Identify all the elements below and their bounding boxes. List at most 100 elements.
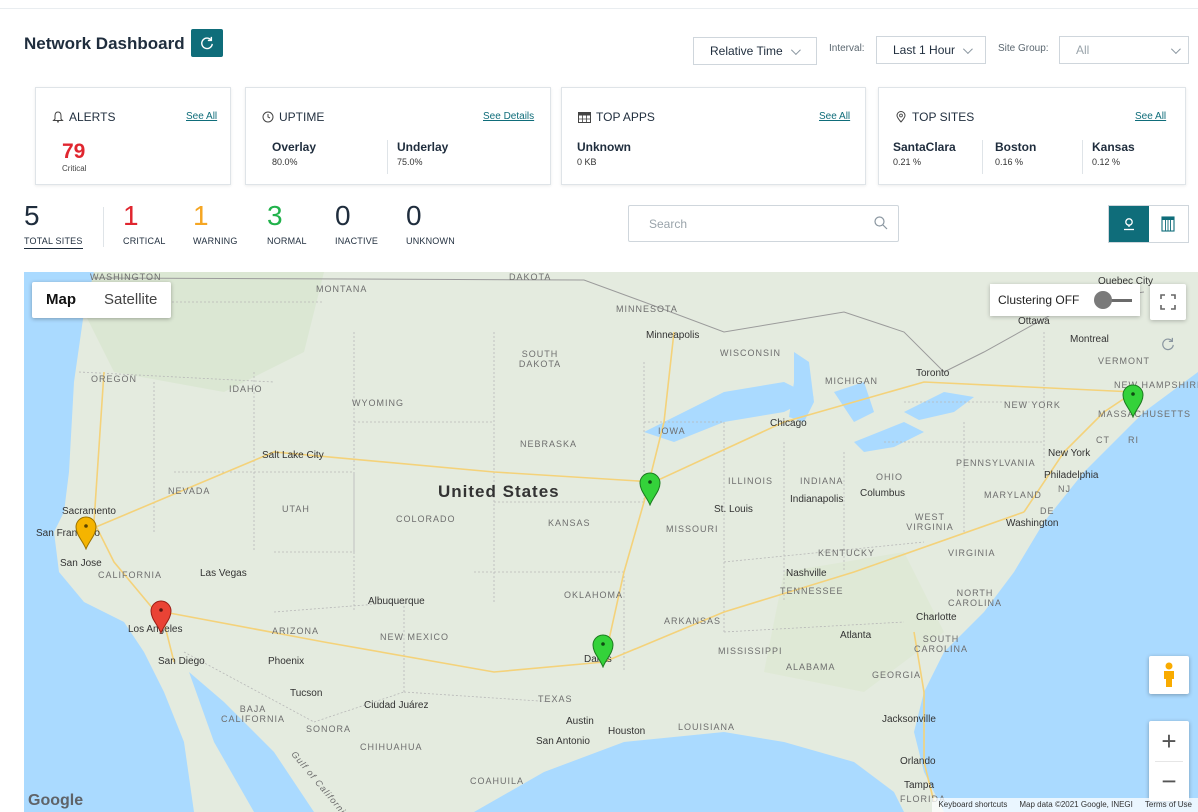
alerts-title: ALERTS — [69, 110, 116, 124]
interval-dropdown[interactable]: Last 1 Hour — [876, 36, 986, 64]
counter-total-sites[interactable]: 5 TOTAL SITES — [24, 202, 83, 249]
top-app-item: Unknown 0 KB — [577, 140, 631, 167]
map-city-label: Philadelphia — [1044, 470, 1099, 481]
counter-critical[interactable]: 1 CRITICAL — [123, 202, 166, 247]
divider — [387, 140, 388, 174]
map-city-label: Albuquerque — [368, 596, 425, 607]
zoom-in-button[interactable]: + — [1149, 721, 1189, 761]
map-state-label: RI — [1128, 435, 1139, 445]
counter-value: 0 — [406, 200, 422, 231]
map-view-button[interactable] — [1109, 206, 1149, 242]
google-logo: Google — [28, 792, 84, 809]
table-icon — [578, 111, 591, 123]
map-city-label: Phoenix — [268, 656, 305, 667]
table-view-button[interactable] — [1149, 206, 1189, 242]
map-refresh-button[interactable] — [1150, 326, 1186, 362]
map-state-label: NEBRASKA — [520, 439, 578, 449]
map-state-label: OHIO — [876, 472, 904, 482]
divider — [1082, 140, 1083, 174]
search-icon[interactable] — [874, 216, 888, 230]
relative-time-dropdown[interactable]: Relative Time — [693, 37, 817, 65]
map-city-label: Salt Lake City — [262, 450, 324, 461]
alerts-count-label: Critical — [62, 164, 87, 173]
top-sites-card-header: TOP SITES — [895, 110, 974, 124]
map-state-label: CHIHUAHUA — [360, 742, 423, 752]
search-input[interactable] — [649, 206, 869, 241]
alert-icon — [52, 111, 64, 123]
uptime-underlay: Underlay 75.0% — [397, 140, 448, 167]
alerts-see-all-link[interactable]: See All — [186, 111, 217, 122]
map-city-label: Ottawa — [1018, 316, 1050, 327]
metric-value: 0.21 % — [893, 157, 922, 167]
site-pin-normal[interactable] — [592, 634, 614, 668]
country-label: United States — [438, 482, 560, 501]
zoom-out-button[interactable]: − — [1149, 761, 1189, 801]
counter-label: CRITICAL — [123, 236, 166, 246]
map-state-label: WASHINGTON — [90, 272, 162, 282]
map-state-label: OREGON — [91, 374, 138, 384]
counter-unknown[interactable]: 0 UNKNOWN — [406, 200, 455, 247]
keyboard-shortcuts-link[interactable]: Keyboard shortcuts — [938, 800, 1007, 810]
map-city-label: San Jose — [60, 558, 102, 569]
fullscreen-button[interactable] — [1150, 284, 1186, 320]
map-type-map-button[interactable]: Map — [32, 282, 90, 318]
metric-value: 0 KB — [577, 157, 597, 167]
metric-value: 0.16 % — [995, 157, 1024, 167]
map-city-label: Tucson — [290, 688, 323, 699]
divider — [982, 140, 983, 174]
chevron-down-icon — [963, 43, 973, 54]
counter-normal[interactable]: 3 NORMAL — [267, 200, 307, 247]
alerts-count[interactable]: 79 — [62, 140, 85, 164]
uptime-card-header: UPTIME — [262, 110, 324, 124]
metric-value: 75.0% — [397, 157, 423, 167]
top-apps-title: TOP APPS — [596, 110, 655, 124]
site-pin-warning[interactable] — [75, 516, 97, 550]
refresh-button[interactable] — [191, 29, 223, 57]
top-site-item[interactable]: Kansas 0.12 % — [1092, 140, 1135, 167]
map-state-label: MASSACHUSETTS — [1098, 409, 1192, 419]
map-state-label: CALIFORNIA — [98, 570, 163, 580]
map-attribution: Keyboard shortcuts Map data ©2021 Google… — [932, 798, 1198, 812]
top-site-item[interactable]: Boston 0.16 % — [995, 140, 1036, 167]
map-state-label: OKLAHOMA — [564, 590, 624, 600]
map-state-label: COLORADO — [396, 514, 456, 524]
map-type-satellite-button[interactable]: Satellite — [90, 282, 171, 318]
counter-inactive[interactable]: 0 INACTIVE — [335, 202, 378, 247]
metric-value: 80.0% — [272, 157, 298, 167]
metric-name: Kansas — [1092, 140, 1135, 154]
map-state-label: NEW MEXICO — [380, 632, 450, 642]
map-state-label: ALABAMA — [786, 662, 836, 672]
map-state-label: MICHIGAN — [825, 376, 878, 386]
map-city-label: Toronto — [916, 368, 950, 379]
counter-value: 3 — [267, 200, 283, 231]
clustering-toggle[interactable]: Clustering OFF — [990, 284, 1140, 316]
site-pin-normal[interactable] — [639, 472, 661, 506]
top-sites-see-all-link[interactable]: See All — [1135, 111, 1166, 122]
site-group-dropdown[interactable]: All — [1059, 36, 1189, 64]
map-city-label: San Antonio — [536, 736, 590, 747]
counter-value: 5 — [24, 200, 40, 231]
map-state-label: ARKANSAS — [664, 616, 722, 626]
top-site-item[interactable]: SantaClara 0.21 % — [893, 140, 956, 167]
site-pin-normal[interactable] — [1122, 384, 1144, 418]
top-apps-see-all-link[interactable]: See All — [819, 111, 850, 122]
map-pin-icon — [1123, 218, 1134, 231]
map-city-label: New York — [1048, 448, 1091, 459]
map-city-label: Orlando — [900, 756, 936, 767]
map-city-label: Las Vegas — [200, 568, 247, 579]
map-view[interactable]: WASHINGTON MONTANA DAKOTA MINNESOTA SOUT… — [24, 272, 1198, 812]
counter-warning[interactable]: 1 WARNING — [193, 200, 238, 247]
street-view-pegman[interactable] — [1149, 656, 1189, 694]
counter-value: 1 — [193, 200, 209, 231]
map-city-label: Tampa — [904, 780, 935, 791]
site-pin-critical[interactable] — [150, 600, 172, 634]
refresh-icon — [1162, 337, 1174, 351]
uptime-see-details-link[interactable]: See Details — [483, 111, 534, 122]
terms-of-use-link[interactable]: Terms of Use — [1145, 800, 1192, 810]
pegman-icon — [1164, 662, 1174, 687]
map-state-label: VIRGINIA — [948, 548, 996, 558]
map-state-label: GEORGIA — [872, 670, 922, 680]
counter-label: WARNING — [193, 236, 238, 246]
map-city-label: Chicago — [770, 418, 807, 429]
map-state-label: INDIANA — [800, 476, 844, 486]
